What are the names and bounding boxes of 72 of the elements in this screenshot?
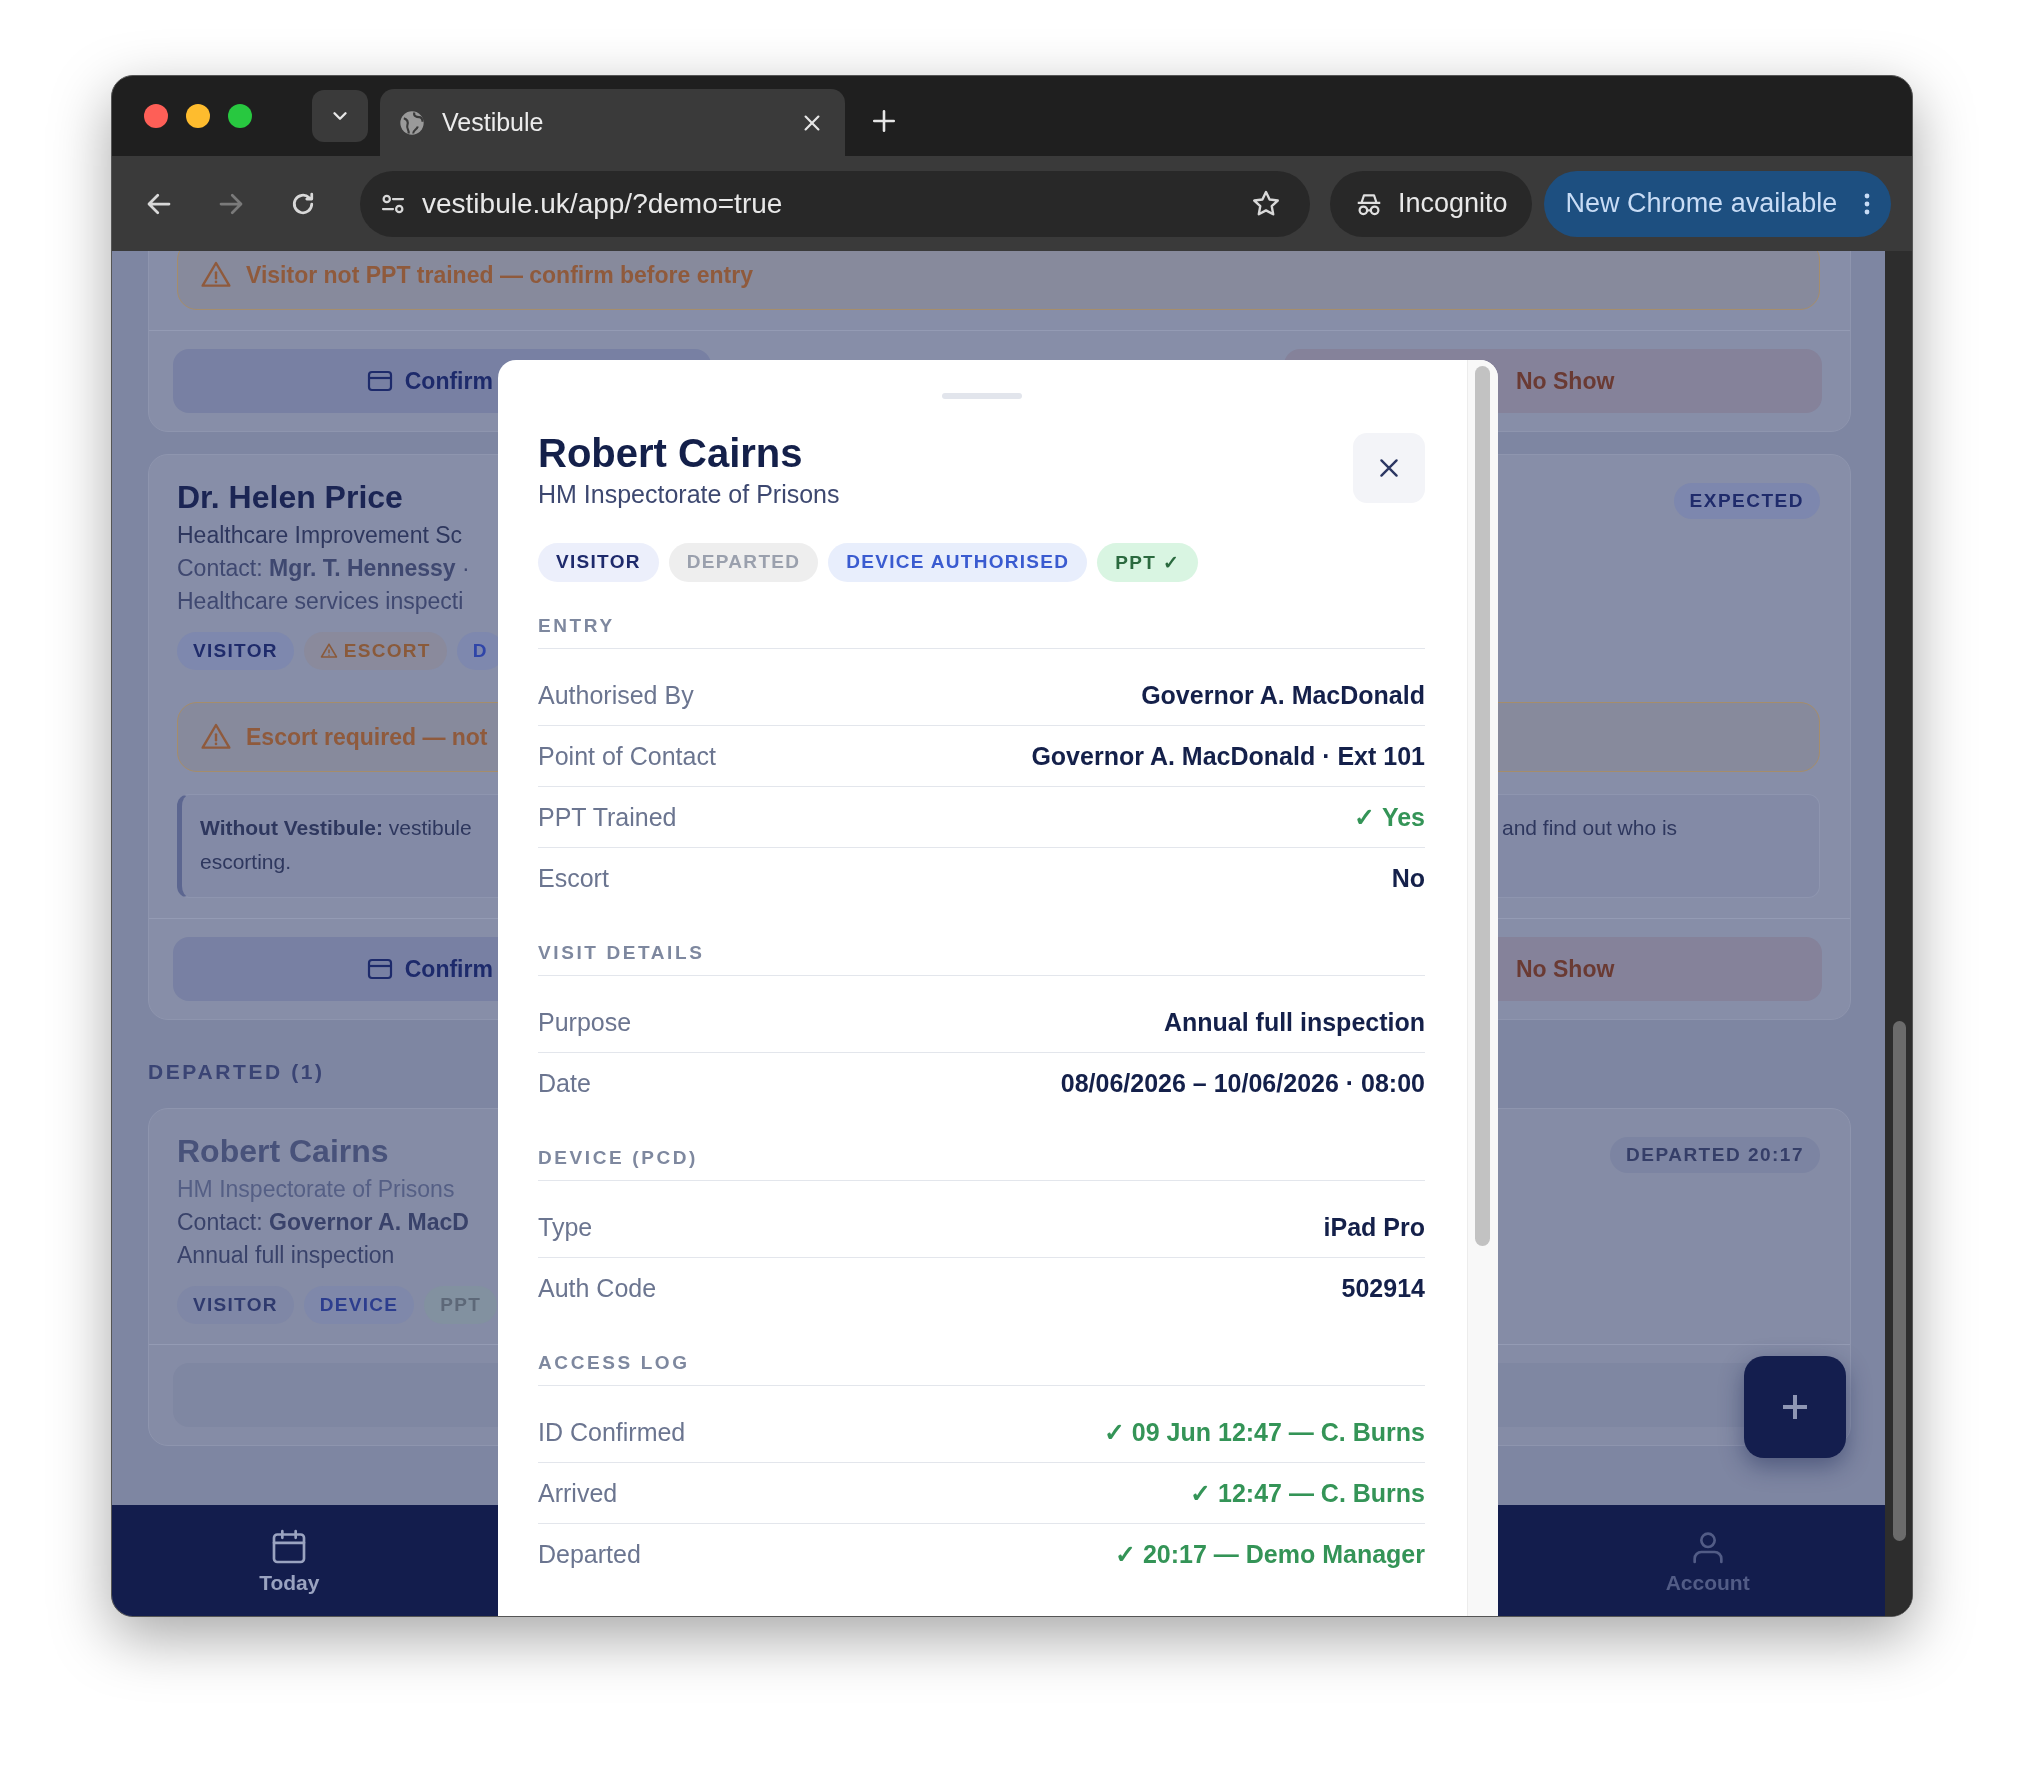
field-value: ✓ Yes	[1354, 802, 1425, 832]
field-label: Purpose	[538, 1007, 632, 1037]
globe-icon	[398, 108, 426, 137]
field-label: Auth Code	[538, 1274, 657, 1303]
tag: VISITOR	[177, 1286, 294, 1324]
close-window-button[interactable]	[144, 104, 168, 128]
field-label: Authorised By	[538, 680, 694, 710]
sheet-title: Robert Cairns	[538, 430, 804, 477]
warning-text: Escort required — not	[246, 723, 488, 751]
field-label: Departed	[538, 1540, 641, 1569]
incognito-label: Incognito	[1398, 188, 1508, 219]
organisation-text: Healthcare Improvement Sc	[177, 521, 463, 550]
more-menu-icon	[1863, 191, 1872, 216]
field-label: Arrived	[538, 1478, 618, 1508]
field-label: Type	[538, 1212, 593, 1242]
section-heading: VISIT DETAILS	[538, 941, 1425, 976]
note-text: Without Vestibule: vestibule	[200, 815, 472, 841]
browser-tab[interactable]: Vestibule	[380, 89, 845, 156]
field-label: ID Confirmed	[538, 1417, 686, 1447]
field-value: Annual full inspection	[1163, 1007, 1425, 1037]
update-chrome-button[interactable]: New Chrome available	[1543, 170, 1892, 237]
field-value: 502914	[1341, 1274, 1425, 1303]
warning-icon	[319, 642, 338, 660]
field-label: Date	[538, 1069, 591, 1098]
field-label: Escort	[538, 864, 609, 893]
tag: VISITOR	[177, 632, 294, 670]
incognito-indicator[interactable]: Incognito	[1330, 170, 1532, 237]
section-heading: ENTRY	[538, 614, 1425, 649]
tag: DEVICE	[303, 1286, 415, 1324]
field-value: No	[1391, 864, 1425, 893]
field-value: ✓ 12:47 — C. Burns	[1190, 1478, 1425, 1508]
card-icon	[366, 370, 393, 392]
note-text: and find out who is	[1502, 815, 1678, 841]
field-label: PPT Trained	[538, 802, 677, 832]
field-value: iPad Pro	[1323, 1212, 1425, 1242]
url-text: vestibule.uk/app/?demo=true	[422, 187, 784, 220]
field-value: Governor A. MacDonald	[1141, 680, 1425, 710]
section-heading: DEPARTED (1)	[148, 1059, 325, 1085]
tag: VISITOR	[538, 543, 659, 582]
field-value: Governor A. MacDonald · Ext 101	[1031, 741, 1425, 771]
tag: ESCORT	[303, 632, 447, 670]
tag: DEVICE AUTHORISED	[828, 543, 1088, 582]
field-label: Point of Contact	[538, 741, 716, 771]
field-value: ✓ 09 Jun 12:47 — C. Burns	[1103, 1417, 1425, 1447]
scrollbar-thumb[interactable]	[1475, 366, 1490, 1246]
warning-text: Visitor not PPT trained — confirm before entry	[246, 261, 753, 289]
maximize-window-button[interactable]	[228, 104, 252, 128]
purpose-text: Annual full inspection	[177, 1241, 395, 1270]
nav-tab[interactable]: Today	[112, 1505, 467, 1616]
contact-text: Contact: Governor A. MacD	[177, 1208, 469, 1237]
address-bar[interactable]: vestibule.uk/app/?demo=true	[360, 170, 1310, 237]
add-button[interactable]	[1744, 1356, 1846, 1458]
note-text: escorting.	[200, 849, 292, 875]
status-badge: DEPARTED 20:17	[1610, 1137, 1820, 1173]
purpose-text: Healthcare services inspecti	[177, 587, 464, 616]
field-value: 08/06/2026 – 10/06/2026 · 08:00	[1060, 1069, 1425, 1098]
drag-handle[interactable]	[941, 393, 1022, 399]
field-value: ✓ 20:17 — Demo Manager	[1115, 1540, 1425, 1569]
section-heading: DEVICE (PCD)	[538, 1146, 1425, 1181]
new-tab-icon[interactable]	[871, 108, 897, 134]
visitor-name: Robert Cairns	[177, 1132, 389, 1171]
tag: DEPARTED	[668, 543, 819, 582]
card-icon	[366, 958, 393, 980]
tab-title: Vestibule	[442, 108, 545, 137]
sheet-subtitle: HM Inspectorate of Prisons	[538, 479, 840, 510]
visitor-name: Dr. Helen Price	[177, 478, 403, 517]
contact-text: Contact: Mgr. T. Hennessy ·	[177, 554, 470, 583]
status-badge: EXPECTED	[1673, 483, 1820, 519]
scrollbar-thumb[interactable]	[1893, 1021, 1906, 1541]
minimize-window-button[interactable]	[186, 104, 210, 128]
section-heading: ACCESS LOG	[538, 1351, 1425, 1386]
tag: PPT ✓	[1097, 543, 1199, 582]
